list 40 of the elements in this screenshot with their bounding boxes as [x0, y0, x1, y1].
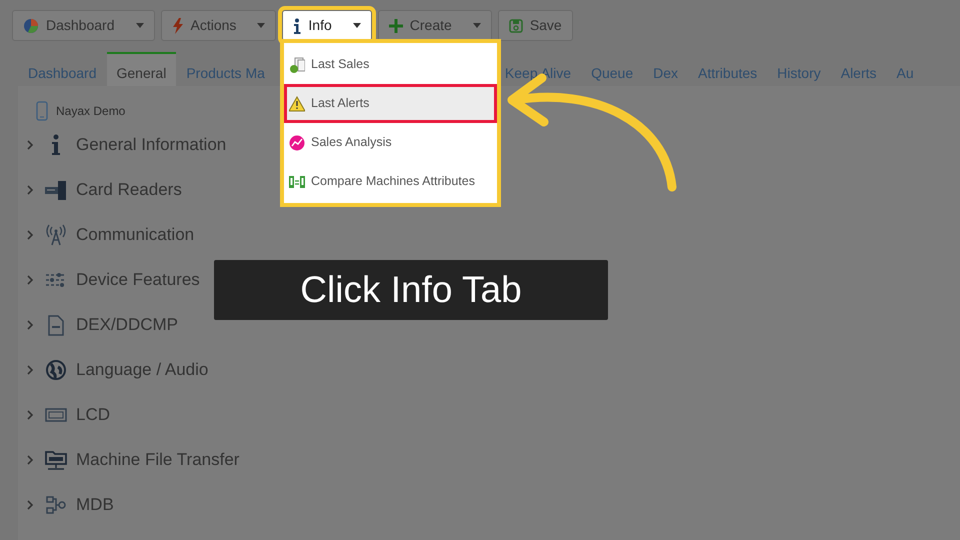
info-icon	[293, 18, 302, 34]
antenna-icon	[44, 224, 68, 246]
phone-icon	[36, 101, 48, 121]
connector-icon	[44, 494, 68, 516]
tab[interactable]: Queue	[581, 52, 644, 86]
tab[interactable]: Au	[886, 52, 924, 86]
warning-icon	[289, 96, 305, 112]
tree-item[interactable]: General Information	[18, 122, 226, 167]
receipt-coin-icon	[289, 56, 305, 72]
globe-icon	[44, 358, 68, 380]
tree-item[interactable]: Device Features	[18, 257, 200, 302]
device-name: Nayax Demo	[56, 103, 126, 120]
tree-item[interactable]: Language / Audio	[18, 347, 208, 392]
trend-chart-icon	[289, 134, 305, 150]
tab[interactable]: History	[767, 52, 831, 86]
lightning-icon	[172, 18, 184, 34]
toolbar-button[interactable]: Save	[498, 10, 573, 41]
save-icon	[508, 18, 523, 32]
tree-item[interactable]: Communication	[18, 212, 194, 257]
compare-icon	[289, 174, 305, 190]
toolbar-button[interactable]: Dashboard	[12, 10, 154, 41]
menu-item[interactable]: Last Alerts	[284, 84, 497, 123]
tree-item[interactable]: Card Readers	[18, 167, 182, 212]
caption-banner: Click Info Tab	[214, 260, 608, 320]
tab[interactable]: General	[106, 52, 176, 86]
tab[interactable]: Dex	[643, 52, 688, 86]
tab[interactable]: Dashboard	[18, 52, 106, 86]
tab[interactable]: Products Ma	[176, 52, 275, 86]
tree-item[interactable]: Machine File Transfer	[18, 437, 240, 482]
tab[interactable]: Attributes	[688, 52, 768, 86]
tab[interactable]: Alerts	[830, 52, 887, 86]
tree-item[interactable]: DEX/DDCMP	[18, 302, 178, 347]
plus-icon	[388, 18, 403, 32]
toolbar-button[interactable]: Actions	[160, 10, 276, 41]
pie-chart-icon	[23, 18, 39, 34]
toolbar-button[interactable]: Create	[378, 10, 492, 41]
folder-network-icon	[44, 448, 68, 470]
tree-item[interactable]: MDB	[18, 482, 114, 527]
tree-item[interactable]: LCD	[18, 392, 110, 437]
card-reader-icon	[44, 178, 68, 200]
